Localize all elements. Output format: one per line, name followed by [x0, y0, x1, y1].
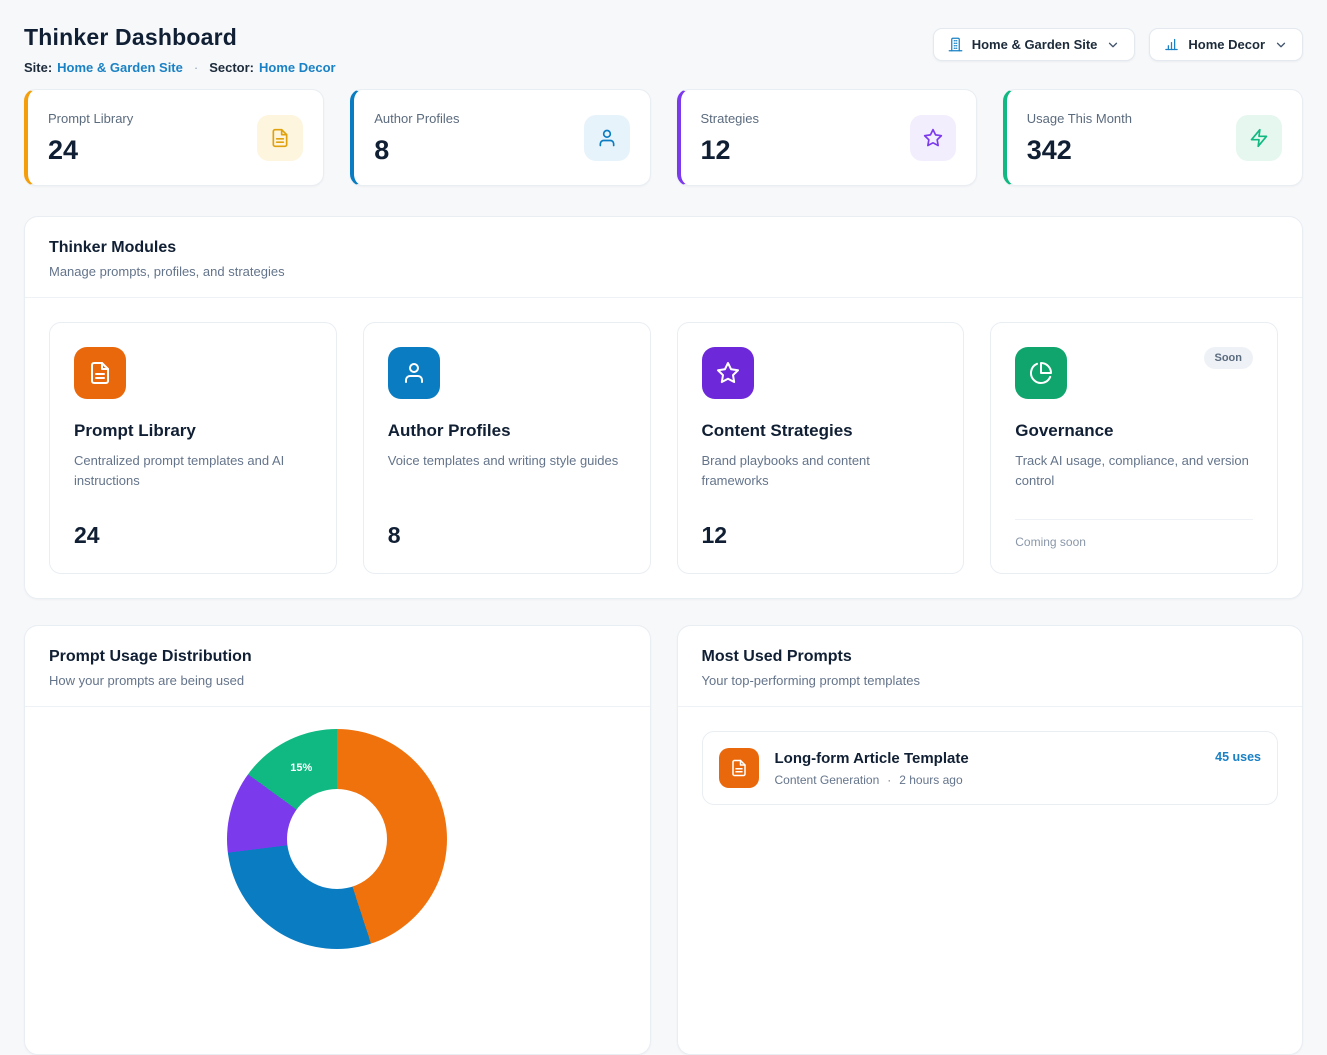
usage-card-title: Prompt Usage Distribution	[49, 648, 626, 666]
most-used-title: Most Used Prompts	[702, 648, 1279, 666]
module-description: Centralized prompt templates and AI inst…	[74, 451, 312, 491]
most-used-subtitle: Your top-performing prompt templates	[702, 673, 1279, 688]
bar-chart-icon	[1164, 37, 1179, 52]
soon-badge: Soon	[1204, 347, 1254, 369]
module-description: Voice templates and writing style guides	[388, 451, 626, 471]
lightning-icon	[1236, 115, 1282, 161]
most-used-header: Most Used Prompts Your top-performing pr…	[678, 626, 1303, 707]
sector-label: Sector:	[209, 60, 254, 75]
page-title: Thinker Dashboard	[24, 24, 336, 51]
stat-card-usage: Usage This Month 342	[1003, 89, 1303, 186]
modules-title: Thinker Modules	[49, 239, 1278, 257]
module-title: Author Profiles	[388, 421, 626, 441]
site-link[interactable]: Home & Garden Site	[57, 60, 183, 75]
chevron-down-icon	[1106, 38, 1120, 52]
site-sector-line: Site: Home & Garden Site · Sector: Home …	[24, 60, 336, 75]
donut-chart-area: 15%	[25, 707, 650, 1037]
header-dropdowns: Home & Garden Site Home Decor	[933, 28, 1303, 61]
prompt-uses-badge: 45 uses	[1215, 750, 1261, 764]
document-icon	[719, 748, 759, 788]
pie-chart-icon	[1015, 347, 1067, 399]
star-icon	[910, 115, 956, 161]
module-description: Track AI usage, compliance, and version …	[1015, 451, 1253, 491]
separator-dot: ·	[887, 773, 891, 787]
thinker-modules-card: Thinker Modules Manage prompts, profiles…	[24, 216, 1303, 599]
document-icon	[74, 347, 126, 399]
building-icon	[948, 37, 963, 52]
stat-label: Strategies	[701, 111, 760, 126]
chevron-down-icon	[1274, 38, 1288, 52]
prompt-title: Long-form Article Template	[775, 750, 969, 767]
usage-distribution-card: Prompt Usage Distribution How your promp…	[24, 625, 651, 1055]
donut-chart: 15%	[227, 729, 447, 949]
sector-selector-dropdown[interactable]: Home Decor	[1149, 28, 1303, 61]
stat-text: Author Profiles 8	[374, 111, 459, 164]
module-card-content-strategies[interactable]: Content Strategies Brand playbooks and c…	[677, 322, 965, 574]
prompt-time: 2 hours ago	[899, 773, 962, 787]
prompt-category: Content Generation	[775, 773, 880, 787]
site-label: Site:	[24, 60, 52, 75]
modules-grid: Prompt Library Centralized prompt templa…	[25, 298, 1302, 598]
module-card-author-profiles[interactable]: Author Profiles Voice templates and writ…	[363, 322, 651, 574]
dashboard-page: Thinker Dashboard Site: Home & Garden Si…	[0, 0, 1327, 1055]
separator-dot: ·	[194, 60, 198, 75]
prompt-list-item[interactable]: Long-form Article Template Content Gener…	[702, 731, 1279, 805]
stat-value: 342	[1027, 137, 1132, 164]
usage-card-subtitle: How your prompts are being used	[49, 673, 626, 688]
module-count: 24	[74, 504, 312, 549]
module-description: Brand playbooks and content frameworks	[702, 451, 940, 491]
page-header: Thinker Dashboard Site: Home & Garden Si…	[24, 16, 1303, 75]
most-used-prompts-card: Most Used Prompts Your top-performing pr…	[677, 625, 1304, 1055]
site-selector-label: Home & Garden Site	[972, 37, 1098, 52]
document-icon	[257, 115, 303, 161]
module-title: Content Strategies	[702, 421, 940, 441]
stat-label: Usage This Month	[1027, 111, 1132, 126]
module-card-prompt-library[interactable]: Prompt Library Centralized prompt templa…	[49, 322, 337, 574]
stat-label: Author Profiles	[374, 111, 459, 126]
stats-row: Prompt Library 24 Author Profiles 8 Stra…	[24, 89, 1303, 186]
module-title: Prompt Library	[74, 421, 312, 441]
bottom-row: Prompt Usage Distribution How your promp…	[24, 625, 1303, 1055]
stat-text: Prompt Library 24	[48, 111, 133, 164]
stat-label: Prompt Library	[48, 111, 133, 126]
modules-header: Thinker Modules Manage prompts, profiles…	[25, 217, 1302, 298]
usage-card-header: Prompt Usage Distribution How your promp…	[25, 626, 650, 707]
stat-card-prompt-library: Prompt Library 24	[24, 89, 324, 186]
user-icon	[584, 115, 630, 161]
sector-selector-label: Home Decor	[1188, 37, 1265, 52]
stat-card-strategies: Strategies 12	[677, 89, 977, 186]
prompt-info: Long-form Article Template Content Gener…	[775, 750, 969, 787]
user-icon	[388, 347, 440, 399]
star-icon	[702, 347, 754, 399]
modules-subtitle: Manage prompts, profiles, and strategies	[49, 264, 1278, 279]
module-count: 12	[702, 504, 940, 549]
prompt-list: Long-form Article Template Content Gener…	[678, 707, 1303, 829]
module-count: 8	[388, 504, 626, 549]
prompt-meta: Content Generation · 2 hours ago	[775, 773, 969, 787]
site-selector-dropdown[interactable]: Home & Garden Site	[933, 28, 1136, 61]
title-block: Thinker Dashboard Site: Home & Garden Si…	[24, 16, 336, 75]
stat-value: 8	[374, 137, 459, 164]
sector-link[interactable]: Home Decor	[259, 60, 336, 75]
donut-segment-label: 15%	[290, 762, 312, 774]
coming-soon-note: Coming soon	[1015, 519, 1253, 549]
stat-text: Strategies 12	[701, 111, 760, 164]
module-card-governance[interactable]: Soon Governance Track AI usage, complian…	[990, 322, 1278, 574]
stat-card-author-profiles: Author Profiles 8	[350, 89, 650, 186]
stat-value: 24	[48, 137, 133, 164]
stat-value: 12	[701, 137, 760, 164]
stat-text: Usage This Month 342	[1027, 111, 1132, 164]
module-title: Governance	[1015, 421, 1253, 441]
